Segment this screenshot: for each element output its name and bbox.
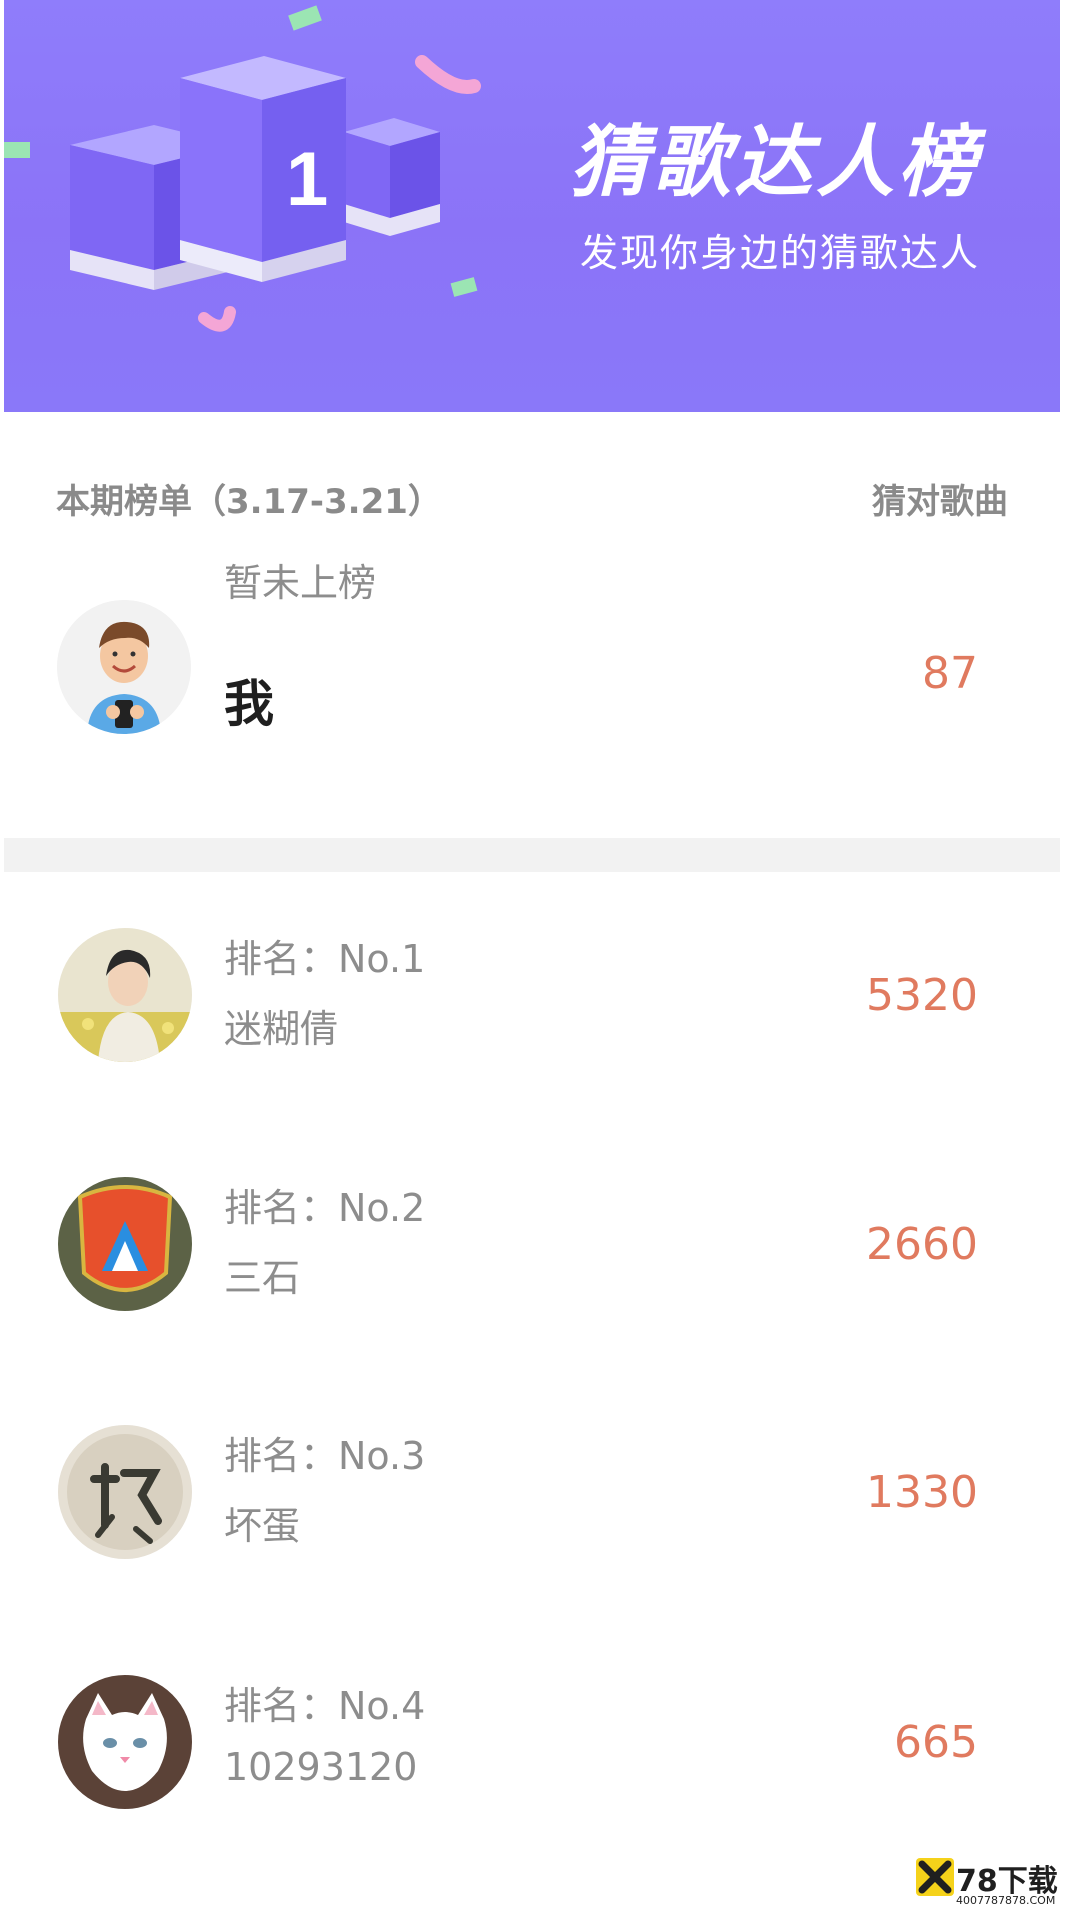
rank-label: 排名：No.1: [224, 937, 426, 981]
watermark-url: 4007787878.COM: [956, 1894, 1056, 1907]
player-name: 迷糊倩: [224, 1007, 339, 1051]
rank-label: 排名：No.3: [224, 1434, 426, 1478]
section-divider: [4, 838, 1060, 872]
player-score: 665: [894, 1717, 978, 1768]
column-label: 猜对歌曲: [872, 482, 1008, 522]
avatar: [58, 928, 192, 1062]
player-name: 三石: [224, 1256, 301, 1300]
rank-label: 排名：No.2: [224, 1186, 426, 1230]
rank-label: 排名：No.4: [224, 1684, 426, 1728]
player-score: 1330: [866, 1467, 978, 1518]
player-score: 2660: [866, 1219, 978, 1270]
ranking-row-3[interactable]: 排名：No.3 坏蛋 1330: [0, 1425, 1080, 1625]
avatar: [58, 1425, 192, 1559]
podium-illustration: [4, 5, 481, 332]
banner-subtitle: 发现你身边的猜歌达人: [579, 231, 980, 275]
player-name: 10293120: [224, 1745, 418, 1789]
avatar: [58, 1177, 192, 1311]
my-score: 87: [922, 648, 978, 699]
ranking-row-2[interactable]: 排名：No.2 三石 2660: [0, 1177, 1080, 1377]
avatar: [58, 1675, 192, 1809]
period-label: 本期榜单（3.17-3.21）: [56, 482, 442, 522]
watermark-logo-icon: [916, 1858, 954, 1896]
player-name: 坏蛋: [224, 1504, 301, 1548]
leaderboard-banner: 1 猜歌达人榜 发现你身边的猜歌达人: [4, 0, 1060, 412]
podium-number: 1: [286, 137, 329, 222]
banner-title: 猜歌达人榜: [569, 118, 980, 208]
my-avatar: [57, 600, 191, 734]
ranking-row-4[interactable]: 排名：No.4 10293120 665: [0, 1675, 1080, 1875]
my-rank-status: 暂未上榜: [224, 561, 377, 605]
ranking-row-1[interactable]: 排名：No.1 迷糊倩 5320: [0, 928, 1080, 1128]
site-watermark: 78下载 4007787878.COM: [916, 1854, 1068, 1914]
player-score: 5320: [866, 970, 978, 1021]
my-name: 我: [224, 675, 274, 733]
